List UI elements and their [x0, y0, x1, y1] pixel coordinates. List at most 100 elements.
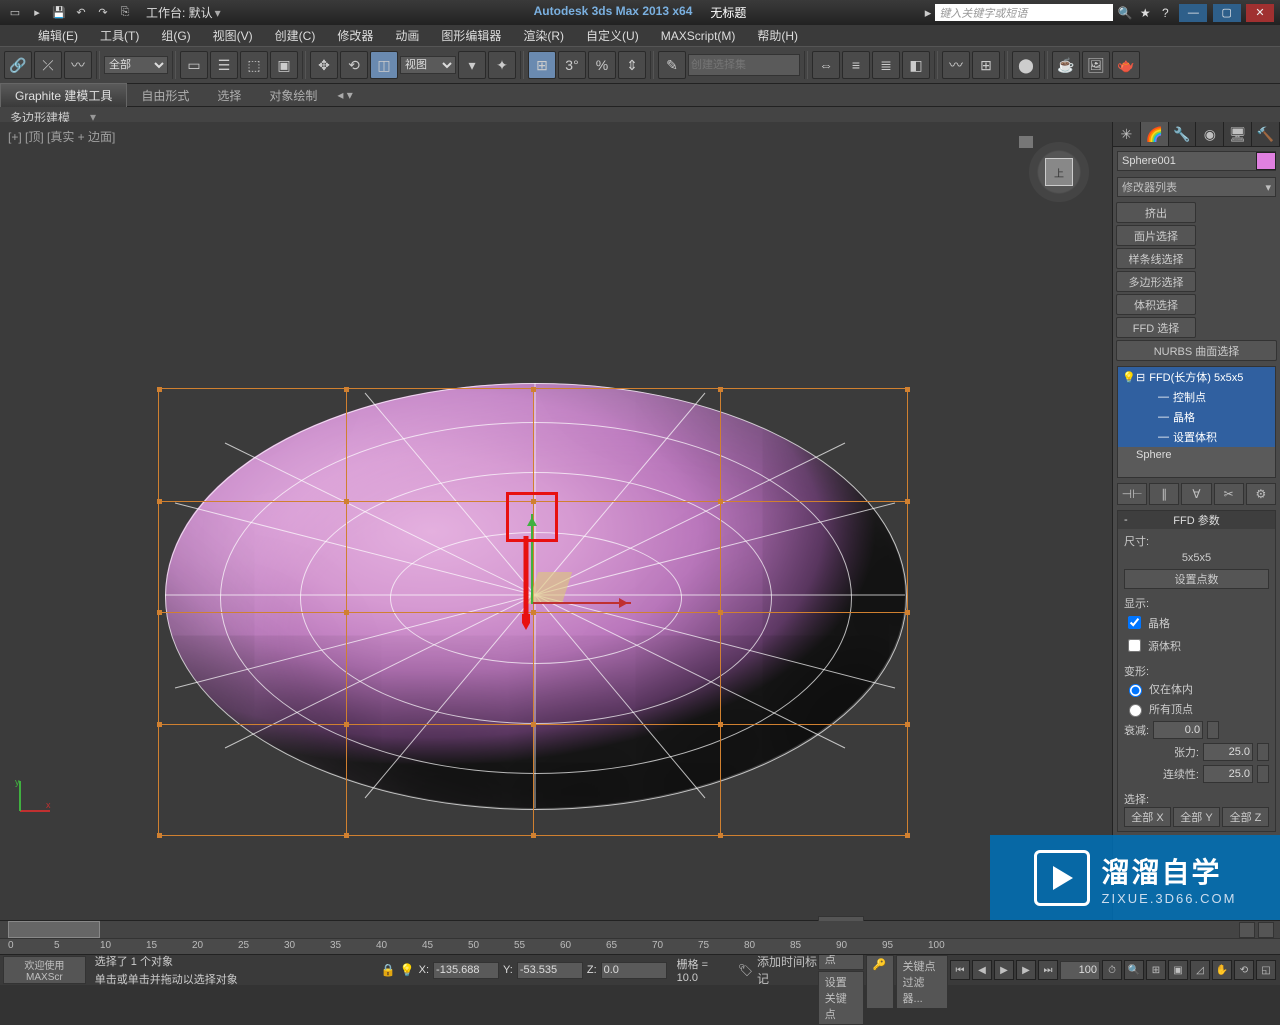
key-filters-button[interactable]: 关键点过滤器... [896, 955, 948, 1009]
selection-filter[interactable]: 全部 [104, 56, 168, 74]
percent-snap-icon[interactable]: % [588, 51, 616, 79]
play-icon[interactable]: ▶ [994, 960, 1014, 980]
ffd-control-point[interactable] [157, 833, 162, 838]
viewport-label[interactable]: [+] [顶] [真实 + 边面] [8, 128, 115, 145]
coord-y[interactable] [517, 962, 583, 979]
coord-z[interactable] [601, 962, 667, 979]
select-link-icon[interactable]: 🔗 [4, 51, 32, 79]
continuity-spinner[interactable] [1257, 765, 1269, 783]
select-icon[interactable]: ▭ [180, 51, 208, 79]
ffd-control-point[interactable] [905, 610, 910, 615]
ffd-control-point[interactable] [718, 499, 723, 504]
falloff-spinner[interactable] [1207, 721, 1219, 739]
menu-grapheditors[interactable]: 图形编辑器 [431, 25, 511, 46]
workspace-label[interactable]: 工作台: 默认 [146, 4, 213, 21]
stack-sphere[interactable]: Sphere [1118, 447, 1275, 463]
ffd-control-point[interactable] [531, 722, 536, 727]
menu-customize[interactable]: 自定义(U) [576, 25, 649, 46]
pin-stack-icon[interactable]: ⊣⊢ [1117, 483, 1147, 505]
set-meshselect[interactable]: 面片选择 [1116, 225, 1196, 246]
viewcube-home-icon[interactable] [1019, 136, 1033, 148]
move-icon[interactable]: ✥ [310, 51, 338, 79]
graphite-icon[interactable]: ◧ [902, 51, 930, 79]
lattice-checkbox[interactable] [1128, 616, 1141, 629]
ref-coord-sys[interactable]: 视图 [400, 56, 456, 74]
ffd-control-point[interactable] [905, 722, 910, 727]
lock-icon[interactable]: 🔒 [381, 963, 396, 977]
stack-setvolume[interactable]: —设置体积 [1118, 427, 1275, 447]
tab-create-icon[interactable]: ✳ [1113, 122, 1141, 146]
next-frame-icon[interactable]: ▶ [1016, 960, 1036, 980]
tab-objectpaint[interactable]: 对象绘制 [255, 84, 331, 107]
zoom-extents-icon[interactable]: ▣ [1168, 960, 1188, 980]
rotate-icon[interactable]: ⟲ [340, 51, 368, 79]
object-color-swatch[interactable] [1256, 152, 1276, 170]
orbit-icon[interactable]: ⟲ [1234, 960, 1254, 980]
ffd-control-point[interactable] [718, 610, 723, 615]
set-polyselect[interactable]: 多边形选择 [1116, 271, 1196, 292]
menu-maxscript[interactable]: MAXScript(M) [651, 27, 746, 45]
schematic-icon[interactable]: ⊞ [972, 51, 1000, 79]
fov-icon[interactable]: ◿ [1190, 960, 1210, 980]
falloff-input[interactable] [1153, 721, 1203, 739]
help-icon[interactable]: ? [1157, 6, 1173, 20]
unlink-icon[interactable]: ⤫ [34, 51, 62, 79]
max-toggle-icon[interactable]: ◱ [1256, 960, 1276, 980]
ffd-lattice[interactable] [158, 388, 908, 836]
coord-x[interactable] [433, 962, 499, 979]
ffd-control-point[interactable] [344, 610, 349, 615]
save-icon[interactable]: 💾 [50, 4, 68, 22]
ffd-control-point[interactable] [344, 722, 349, 727]
tab-motion-icon[interactable]: ◉ [1196, 122, 1224, 146]
sourcevol-checkbox[interactable] [1128, 639, 1141, 652]
chevron-icon[interactable]: ▸ [925, 5, 932, 21]
binoculars-icon[interactable]: 🔍 [1117, 6, 1133, 20]
menu-view[interactable]: 视图(V) [203, 25, 263, 46]
tab-freeform[interactable]: 自由形式 [127, 84, 203, 107]
ffd-control-point[interactable] [718, 833, 723, 838]
stack-ffd[interactable]: 💡⊟FFD(长方体) 5x5x5 [1118, 367, 1275, 387]
viewcube-face[interactable]: 上 [1045, 158, 1073, 186]
ffd-control-point[interactable] [157, 499, 162, 504]
open-icon[interactable]: ▸ [28, 4, 46, 22]
align-icon[interactable]: ≡ [842, 51, 870, 79]
time-tag-icon[interactable]: 🏷 [738, 963, 753, 977]
time-config-icon[interactable]: ⏱ [1102, 960, 1122, 980]
ffd-control-point[interactable] [718, 387, 723, 392]
minimize-button[interactable]: — [1179, 4, 1207, 22]
zoom-all-icon[interactable]: ⊞ [1146, 960, 1166, 980]
ffd-control-point[interactable] [718, 722, 723, 727]
pan-icon[interactable]: ✋ [1212, 960, 1232, 980]
set-points-button[interactable]: 设置点数 [1124, 569, 1269, 589]
ffd-control-point[interactable] [344, 499, 349, 504]
menu-render[interactable]: 渲染(R) [513, 25, 574, 46]
menu-create[interactable]: 创建(C) [265, 25, 326, 46]
viewcube[interactable]: 上 [1029, 142, 1089, 202]
set-ffdselect[interactable]: FFD 选择 [1116, 317, 1196, 338]
tab-display-icon[interactable]: 🖥 [1224, 122, 1252, 146]
ffd-control-point[interactable] [531, 610, 536, 615]
spinner-snap-icon[interactable]: ⇕ [618, 51, 646, 79]
isolate-icon[interactable]: 💡 [400, 963, 415, 977]
ffd-control-point[interactable] [531, 833, 536, 838]
ffd-control-point[interactable] [157, 387, 162, 392]
curve-mode-icon[interactable] [1239, 922, 1255, 938]
link-icon[interactable]: ⎘ [116, 4, 134, 22]
render-setup-icon[interactable]: ☕ [1052, 51, 1080, 79]
maximize-button[interactable]: ▢ [1213, 4, 1241, 22]
new-icon[interactable]: ▭ [6, 4, 24, 22]
layers-icon[interactable]: ≣ [872, 51, 900, 79]
menu-help[interactable]: 帮助(H) [747, 25, 808, 46]
viewport[interactable]: [+] [顶] [真实 + 边面] 上 [0, 122, 1113, 921]
menu-edit[interactable]: 编辑(E) [28, 25, 88, 46]
all-x-button[interactable]: 全部 X [1124, 807, 1171, 827]
time-slider[interactable] [0, 921, 1280, 938]
pivot-icon[interactable]: ▾ [458, 51, 486, 79]
time-slider-thumb[interactable] [8, 921, 100, 938]
menu-modifiers[interactable]: 修改器 [327, 25, 383, 46]
ffd-control-point[interactable] [905, 833, 910, 838]
time-ruler[interactable]: 0510152025303540455055606570758085909510… [0, 938, 1280, 955]
menu-tools[interactable]: 工具(T) [90, 25, 149, 46]
current-frame-input[interactable] [1060, 961, 1100, 980]
mini-curve-icon[interactable] [1258, 922, 1274, 938]
